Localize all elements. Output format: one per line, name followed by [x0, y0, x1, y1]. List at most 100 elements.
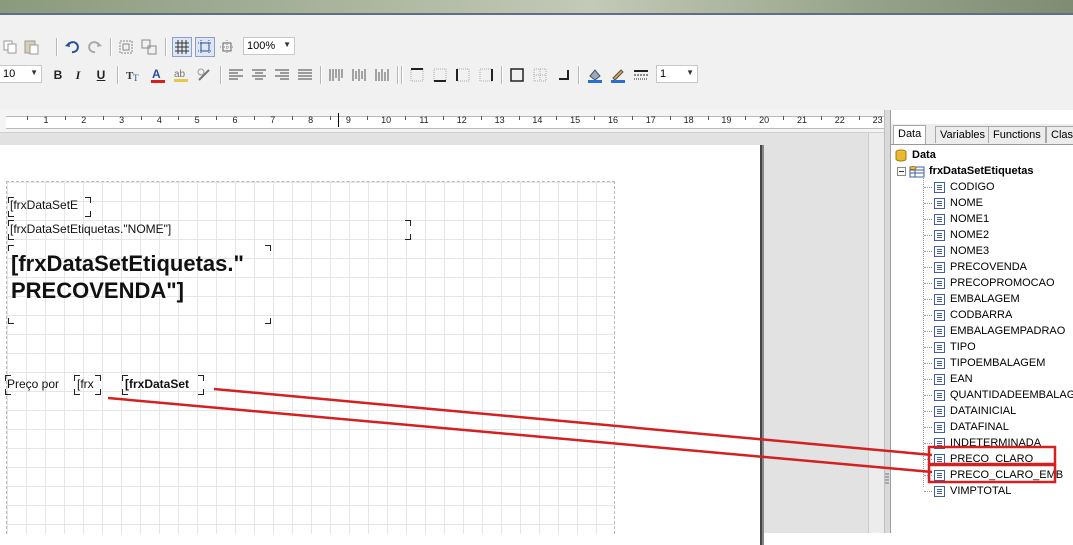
ruler-number: 21 — [796, 115, 808, 125]
align-left-icon[interactable] — [227, 65, 245, 85]
bold-button[interactable]: B — [49, 65, 67, 85]
tree-field-label: VIMPTOTAL — [950, 485, 1012, 497]
zoom-select[interactable]: 100% ▼ — [243, 37, 295, 55]
tree-field-preco-claro-emb[interactable]: PRECO_CLARO_EMB — [934, 467, 1063, 483]
memo-nome[interactable]: [frxDataSetEtiquetas."NOME"] — [10, 222, 171, 236]
ruler-number: 23 — [872, 115, 883, 125]
undo-icon[interactable] — [63, 37, 81, 57]
tree-field-codigo[interactable]: CODIGO — [934, 179, 995, 195]
frame-left-icon[interactable] — [454, 65, 472, 85]
ruler-tick — [102, 116, 104, 120]
tree-field-label: DATAFINAL — [950, 421, 1009, 433]
selection-corner — [405, 220, 411, 226]
tree-field-codbarra[interactable]: CODBARRA — [934, 307, 1012, 323]
toolbar-separator — [320, 66, 322, 84]
tree-field-tipo[interactable]: TIPO — [934, 339, 976, 355]
align-top-icon[interactable] — [327, 65, 345, 85]
tab-functions[interactable]: Functions — [988, 126, 1046, 143]
tree-field-label: CODBARRA — [950, 309, 1013, 321]
underline-button[interactable]: U — [92, 65, 110, 85]
fit-to-grid-icon[interactable] — [218, 37, 236, 57]
tab-variables[interactable]: Variables — [935, 126, 991, 143]
copy-icon[interactable] — [2, 37, 18, 57]
memo-dataset-short[interactable]: [frxDataSetE — [10, 198, 78, 212]
frame-none-icon[interactable] — [531, 65, 549, 85]
toolbar-separator — [165, 38, 167, 56]
align-middle-icon[interactable] — [350, 65, 368, 85]
tree-field-datafinal[interactable]: DATAFINAL — [934, 419, 1009, 435]
tree-field-nome3[interactable]: NOME3 — [934, 243, 989, 259]
tree-field-datainicial[interactable]: DATAINICIAL — [934, 403, 1016, 419]
memo-precovenda[interactable]: [frxDataSetEtiquetas." PRECOVENDA"] — [11, 250, 244, 304]
ruler-tick — [27, 116, 29, 120]
frame-right-icon[interactable] — [477, 65, 495, 85]
tree-connector — [924, 491, 932, 492]
ruler-number: 10 — [381, 115, 392, 125]
tree-field-nome[interactable]: NOME — [934, 195, 983, 211]
selection-corner — [95, 389, 101, 395]
align-justify-icon[interactable] — [296, 65, 314, 85]
paste-icon[interactable] — [22, 37, 40, 57]
ruler-tick — [64, 116, 66, 120]
frame-style-icon[interactable] — [631, 65, 651, 85]
selection-corner — [198, 389, 204, 395]
ruler-tick — [707, 116, 709, 120]
tree-dataset-node[interactable]: frxDataSetEtiquetas — [897, 163, 1034, 179]
tree-field-indeterminada[interactable]: INDETERMINADA — [934, 435, 1041, 451]
tree-field-precovenda[interactable]: PRECOVENDA — [934, 259, 1027, 275]
font-color-icon[interactable]: A — [148, 65, 168, 85]
window-title-strip — [0, 0, 1073, 13]
tree-field-label: PRECOPROMOCAO — [950, 277, 1055, 289]
tree-field-label: PRECO_CLARO — [950, 453, 1034, 465]
frame-width-select[interactable]: 1 ▼ — [656, 65, 698, 83]
memo-frxdataset[interactable]: [frxDataSet — [125, 377, 189, 391]
tree-field-embalagem[interactable]: EMBALAGEM — [934, 291, 1020, 307]
align-center-icon[interactable] — [250, 65, 268, 85]
tree-root-label: Data — [912, 149, 936, 161]
highlight-icon[interactable]: ab — [171, 65, 191, 85]
tab-data[interactable]: Data — [893, 125, 927, 144]
tree-field-ean[interactable]: EAN — [934, 371, 973, 387]
tree-field-label: PRECOVENDA — [950, 261, 1028, 273]
field-icon — [934, 309, 945, 321]
collapse-icon[interactable] — [897, 166, 906, 176]
tree-field-tipoembalagem[interactable]: TIPOEMBALAGEM — [934, 355, 1045, 371]
font-settings-icon[interactable]: TT — [124, 65, 144, 85]
field-icon — [934, 293, 945, 305]
font-size-select[interactable]: 10 ▼ — [0, 65, 42, 83]
ruler-tick — [631, 116, 633, 120]
align-to-grid-icon[interactable] — [195, 37, 215, 57]
frame-top-icon[interactable] — [408, 65, 426, 85]
tree-connector — [924, 395, 932, 396]
frame-color-icon[interactable] — [608, 65, 628, 85]
ungroup-icon[interactable] — [140, 37, 158, 57]
frame-bottom-icon[interactable] — [431, 65, 449, 85]
fill-color-icon[interactable] — [585, 65, 605, 85]
label-preco-por[interactable]: Preço por — [7, 377, 59, 391]
ruler-number: 3 — [119, 115, 125, 125]
italic-button[interactable]: I — [69, 65, 87, 85]
ruler-number: 17 — [645, 115, 656, 125]
redo-icon[interactable] — [86, 37, 104, 57]
tree-field-label: EMBALAGEMPADRAO — [950, 325, 1066, 337]
ruler-tick — [594, 116, 596, 120]
tree-field-quantidadeembalagem[interactable]: QUANTIDADEEMBALAGEM — [934, 387, 1073, 403]
tree-connector — [924, 475, 932, 476]
text-rotation-icon[interactable] — [194, 65, 214, 85]
tab-classes[interactable]: Clas — [1046, 126, 1073, 143]
tree-field-vimptotal[interactable]: VIMPTOTAL — [934, 483, 1011, 499]
align-right-icon[interactable] — [273, 65, 291, 85]
group-icon[interactable] — [117, 37, 135, 57]
frame-all-icon[interactable] — [508, 65, 526, 85]
tree-field-precopromocao[interactable]: PRECOPROMOCAO — [934, 275, 1055, 291]
chevron-down-icon: ▼ — [30, 68, 38, 77]
tree-field-nome2[interactable]: NOME2 — [934, 227, 989, 243]
tree-root-data[interactable]: Data — [895, 147, 936, 163]
show-grid-icon[interactable] — [172, 37, 192, 57]
tree-field-embalagempadrao[interactable]: EMBALAGEMPADRAO — [934, 323, 1065, 339]
tree-field-preco-claro[interactable]: PRECO_CLARO — [934, 451, 1033, 467]
shadow-icon[interactable] — [554, 65, 572, 85]
align-bottom-icon[interactable] — [373, 65, 391, 85]
tree-field-nome1[interactable]: NOME1 — [934, 211, 989, 227]
ruler-number: 13 — [494, 115, 505, 125]
